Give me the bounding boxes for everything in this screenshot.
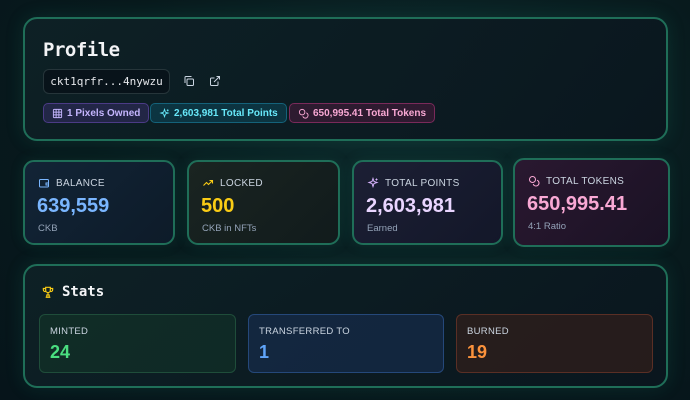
minted-label: MINTED [50,326,89,337]
external-link-icon[interactable] [208,74,222,88]
sparkle-icon [367,177,379,189]
total-tokens-text: 650,995.41 Total Tokens [313,107,427,119]
balance-value: 639,559 [37,195,110,217]
coins-icon [529,176,540,187]
balance-card: BALANCE 639,559 CKB [23,160,175,245]
burned-value: 19 [467,342,488,362]
locked-value: 500 [201,195,235,217]
locked-label: LOCKED [220,177,263,189]
stats-heading: Stats [41,284,104,300]
locked-unit: CKB in NFTs [202,223,257,234]
wallet-icon [39,179,49,188]
transferred-value: 1 [259,342,270,362]
sparkle-icon [159,107,170,118]
burned-label: BURNED [467,326,509,337]
burned-stat: BURNED 19 [456,314,653,373]
total-tokens-ratio: 4:1 Ratio [528,221,567,232]
balance-label: BALANCE [56,177,105,189]
pixels-owned-badge: 1 Pixels Owned [43,103,150,123]
copy-icon[interactable] [182,74,196,88]
total-points-sub: Earned [367,223,398,234]
coins-icon [298,108,309,118]
total-points-label: TOTAL POINTS [385,177,460,189]
transferred-label: TRANSFERRED TO [259,326,350,337]
total-tokens-value: 650,995.41 [527,193,628,215]
profile-card: Profile ckt1qrfr...4nywzu 1 Pixels Owned… [23,17,668,141]
grid-icon [52,108,63,118]
balance-unit: CKB [38,223,58,234]
stats-title: Stats [62,284,105,300]
wallet-address[interactable]: ckt1qrfr...4nywzu [43,69,170,94]
total-tokens-label: TOTAL TOKENS [546,175,625,187]
total-tokens-card: TOTAL TOKENS 650,995.41 4:1 Ratio [513,158,670,247]
minted-value: 24 [50,342,71,362]
total-points-text: 2,603,981 Total Points [174,107,278,119]
locked-card: LOCKED 500 CKB in NFTs [187,160,340,245]
transferred-stat: TRANSFERRED TO 1 [248,314,444,373]
total-tokens-badge: 650,995.41 Total Tokens [289,103,436,123]
stats-card: Stats MINTED 24 TRANSFERRED TO 1 BURNED … [23,264,668,388]
minted-stat: MINTED 24 [39,314,236,373]
total-points-card: TOTAL POINTS 2,603,981 Earned [352,160,503,245]
total-points-value: 2,603,981 [366,195,455,217]
trending-up-icon [203,179,214,186]
total-points-badge: 2,603,981 Total Points [150,103,287,123]
profile-title: Profile [43,39,120,61]
pixels-owned-text: 1 Pixels Owned [67,107,141,119]
trophy-icon [42,286,54,298]
